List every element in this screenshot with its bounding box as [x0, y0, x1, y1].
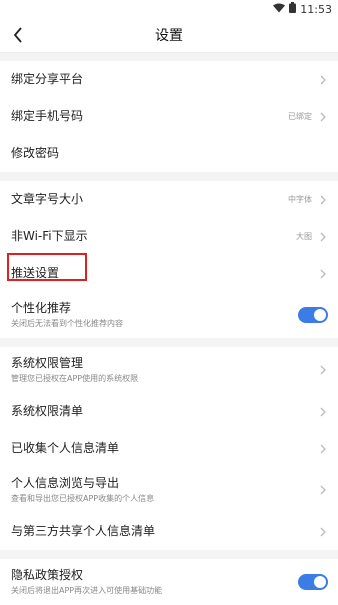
row-third-party-sharing[interactable]: 与第三方共享个人信息清单	[0, 513, 338, 550]
row-bind-share-platform[interactable]: 绑定分享平台	[0, 61, 338, 98]
row-value: 中字体	[288, 195, 312, 204]
toggle-knob	[314, 576, 326, 588]
row-change-password[interactable]: 修改密码	[0, 135, 338, 172]
page-title: 设置	[155, 28, 183, 44]
row-label: 已收集个人信息清单	[11, 441, 120, 455]
row-label: 个人信息浏览与导出	[11, 476, 120, 490]
battery-icon	[289, 2, 297, 16]
row-description: 查看和导出您已授权APP收集的个人信息	[11, 494, 155, 503]
row-label: 个性化推荐	[11, 301, 72, 315]
chevron-right-icon	[320, 232, 328, 242]
settings-group-account: 绑定分享平台 绑定手机号码 已绑定 修改密码	[0, 61, 338, 172]
row-label: 文章字号大小	[11, 192, 84, 206]
row-label: 隐私政策授权	[11, 568, 84, 582]
row-value: 已绑定	[288, 112, 312, 121]
row-label: 修改密码	[11, 146, 60, 160]
row-non-wifi-display[interactable]: 非Wi-Fi下显示 大图	[0, 218, 338, 255]
chevron-right-icon	[320, 112, 328, 122]
row-description: 关闭后无法看到个性化推荐内容	[11, 319, 123, 328]
chevron-right-icon	[320, 407, 328, 417]
nav-bar: 设置	[0, 18, 338, 53]
row-label: 绑定分享平台	[11, 72, 84, 86]
row-value: 大图	[296, 232, 312, 241]
row-collected-personal-info[interactable]: 已收集个人信息清单	[0, 430, 338, 467]
row-push-settings[interactable]: 推送设置	[0, 255, 338, 292]
chevron-right-icon	[320, 527, 328, 537]
chevron-right-icon	[320, 269, 328, 279]
row-personal-info-export[interactable]: 个人信息浏览与导出 查看和导出您已授权APP收集的个人信息	[0, 467, 338, 513]
status-icons	[273, 2, 297, 16]
row-system-permission-list[interactable]: 系统权限清单	[0, 393, 338, 430]
chevron-right-icon	[320, 75, 328, 85]
settings-group-policy: 隐私政策授权 关闭后将退出APP再次进入可使用基础功能	[0, 559, 338, 605]
row-description: 关闭后将退出APP再次进入可使用基础功能	[11, 586, 163, 595]
row-privacy-policy-authorization: 隐私政策授权 关闭后将退出APP再次进入可使用基础功能	[0, 559, 338, 605]
row-label: 系统权限清单	[11, 404, 84, 418]
row-label: 推送设置	[11, 266, 60, 280]
chevron-right-icon	[320, 444, 328, 454]
settings-group-privacy: 系统权限管理 管理您已授权在APP使用的系统权限 系统权限清单 已收集个人信息清…	[0, 347, 338, 550]
wifi-icon	[273, 3, 286, 16]
row-system-permission-management[interactable]: 系统权限管理 管理您已授权在APP使用的系统权限	[0, 347, 338, 393]
chevron-right-icon	[320, 485, 328, 495]
personalized-recommendation-toggle[interactable]	[298, 307, 328, 323]
status-time: 11:53	[300, 2, 332, 16]
chevron-right-icon	[320, 365, 328, 375]
chevron-right-icon	[320, 195, 328, 205]
row-label: 与第三方共享个人信息清单	[11, 524, 156, 538]
settings-group-display: 文章字号大小 中字体 非Wi-Fi下显示 大图 推送设置 个性化推荐 关闭后无法…	[0, 181, 338, 338]
row-bind-phone[interactable]: 绑定手机号码 已绑定	[0, 98, 338, 135]
row-personalized-recommendation: 个性化推荐 关闭后无法看到个性化推荐内容	[0, 292, 338, 338]
privacy-policy-toggle[interactable]	[298, 574, 328, 590]
row-label: 非Wi-Fi下显示	[11, 229, 88, 243]
row-label: 绑定手机号码	[11, 109, 84, 123]
row-font-size[interactable]: 文章字号大小 中字体	[0, 181, 338, 218]
toggle-knob	[314, 309, 326, 321]
status-bar: 11:53	[0, 0, 338, 18]
row-description: 管理您已授权在APP使用的系统权限	[11, 374, 139, 383]
chevron-left-icon[interactable]	[8, 25, 28, 45]
row-label: 系统权限管理	[11, 356, 84, 370]
